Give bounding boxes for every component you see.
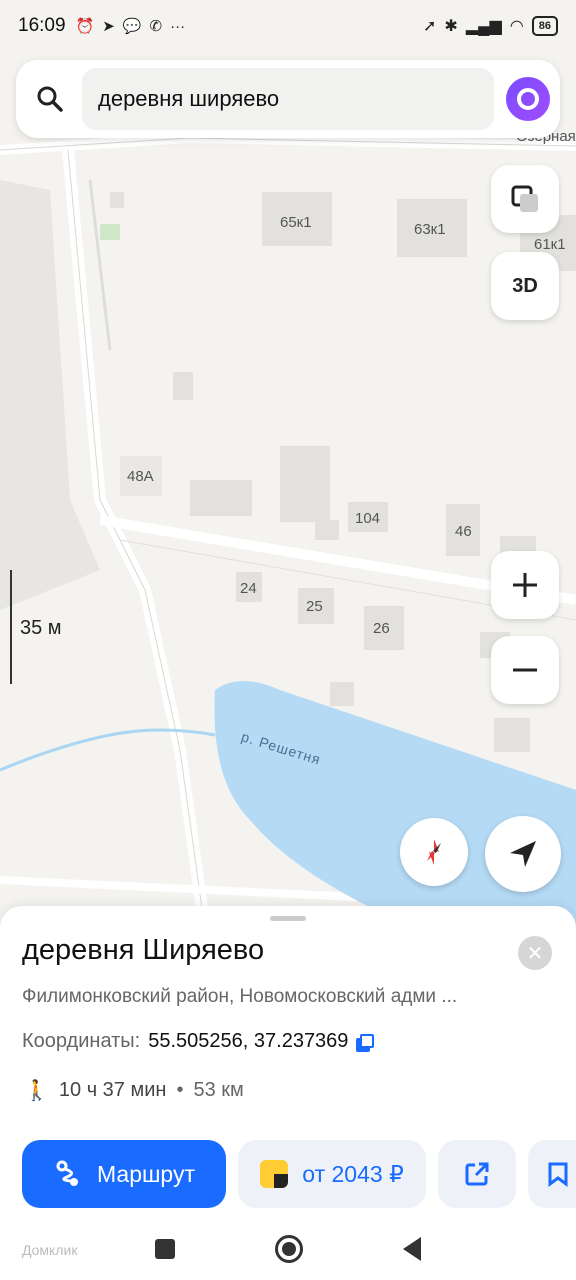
back-button[interactable] (403, 1237, 421, 1261)
coordinates-value[interactable]: 55.505256, 37.237369 (148, 1030, 348, 1053)
recents-button[interactable] (155, 1239, 175, 1259)
house-label: 61к1 (534, 236, 566, 253)
layers-icon (511, 185, 538, 212)
zoom-in-button[interactable] (491, 551, 559, 619)
separator-dot: • (176, 1079, 184, 1101)
house-label: 25 (306, 598, 323, 615)
house-label: 46 (455, 523, 472, 540)
coordinates-label: Координаты: (22, 1030, 141, 1052)
telegram-icon: ➤ (102, 18, 115, 35)
plus-icon (513, 573, 537, 597)
action-buttons: Маршрут от 2043 ₽ (22, 1140, 576, 1208)
route-button[interactable]: Маршрут (22, 1140, 226, 1208)
watermark-logo: Домклик (22, 1242, 78, 1258)
my-location-button[interactable] (485, 816, 561, 892)
walk-info: 🚶 10 ч 37 мин • 53 км (24, 1078, 244, 1103)
bookmark-icon (548, 1162, 568, 1187)
distance: 53 км (193, 1079, 244, 1101)
house-label: 63к1 (414, 221, 446, 238)
search-icon[interactable] (30, 79, 70, 119)
place-subtitle: Филимонковский район, Новомосковский адм… (22, 986, 458, 1007)
route-icon (56, 1160, 78, 1186)
bookmark-button[interactable] (528, 1140, 576, 1208)
notification-icons: ⏰ ➤ 💬 ✆ ··· (75, 17, 186, 36)
minus-icon (513, 668, 537, 672)
3d-button[interactable]: 3D (491, 252, 559, 320)
walk-time: 10 ч 37 мин (58, 1079, 167, 1101)
status-time: 16:09 (18, 15, 66, 36)
home-button[interactable] (275, 1235, 303, 1263)
alarm-icon: ⏰ (75, 18, 95, 35)
taxi-button[interactable]: от 2043 ₽ (238, 1140, 426, 1208)
house-label: 24 (240, 580, 257, 597)
taxi-icon (260, 1160, 289, 1188)
route-label: Маршрут (96, 1160, 196, 1187)
scale-bar (10, 570, 12, 684)
drag-handle[interactable] (270, 916, 306, 921)
signal-icon: ▂▄▆ (465, 18, 502, 35)
taxi-price: от 2043 ₽ (302, 1160, 404, 1187)
compass-button[interactable] (400, 818, 468, 886)
house-label: 104 (355, 510, 381, 527)
location-icon: ➚ (423, 18, 437, 35)
walking-person-icon: 🚶 (24, 1080, 49, 1102)
zoom-out-button[interactable] (491, 636, 559, 704)
scale-label: 35 м (20, 617, 62, 639)
close-icon: ✕ (526, 942, 544, 965)
search-input[interactable]: деревня ширяево (82, 68, 494, 130)
house-label: 48А (127, 468, 154, 485)
copy-icon[interactable] (356, 1033, 375, 1052)
share-button[interactable] (438, 1140, 516, 1208)
system-nav-bar (0, 1218, 576, 1280)
status-bar: 16:09 ⏰ ➤ 💬 ✆ ··· ➚ ✱ ▂▄▆ ◠ 86 (0, 0, 576, 52)
map-canvas (0, 0, 576, 930)
alice-assistant-icon[interactable] (506, 77, 550, 121)
whatsapp-icon: ✆ (149, 18, 163, 35)
map-view[interactable]: Озерная 65к1 63к1 61к1 48А 104 46 24 25 … (0, 0, 576, 930)
chat-icon: 💬 (122, 18, 142, 35)
more-icon: ··· (170, 17, 186, 35)
navigation-arrow-icon (510, 841, 536, 867)
search-bar[interactable]: деревня ширяево (16, 60, 560, 138)
close-button[interactable]: ✕ (518, 936, 552, 970)
house-label: 65к1 (280, 214, 312, 231)
share-icon (465, 1162, 489, 1186)
house-label: 26 (373, 620, 390, 637)
place-title: деревня Ширяево (22, 934, 265, 966)
coordinates-row: Координаты: 55.505256, 37.237369 (22, 1030, 375, 1053)
compass-icon (427, 839, 441, 865)
wifi-icon: ◠ (509, 18, 524, 35)
bluetooth-icon: ✱ (444, 18, 458, 35)
battery-icon: 86 (531, 16, 558, 36)
layers-button[interactable] (491, 165, 559, 233)
